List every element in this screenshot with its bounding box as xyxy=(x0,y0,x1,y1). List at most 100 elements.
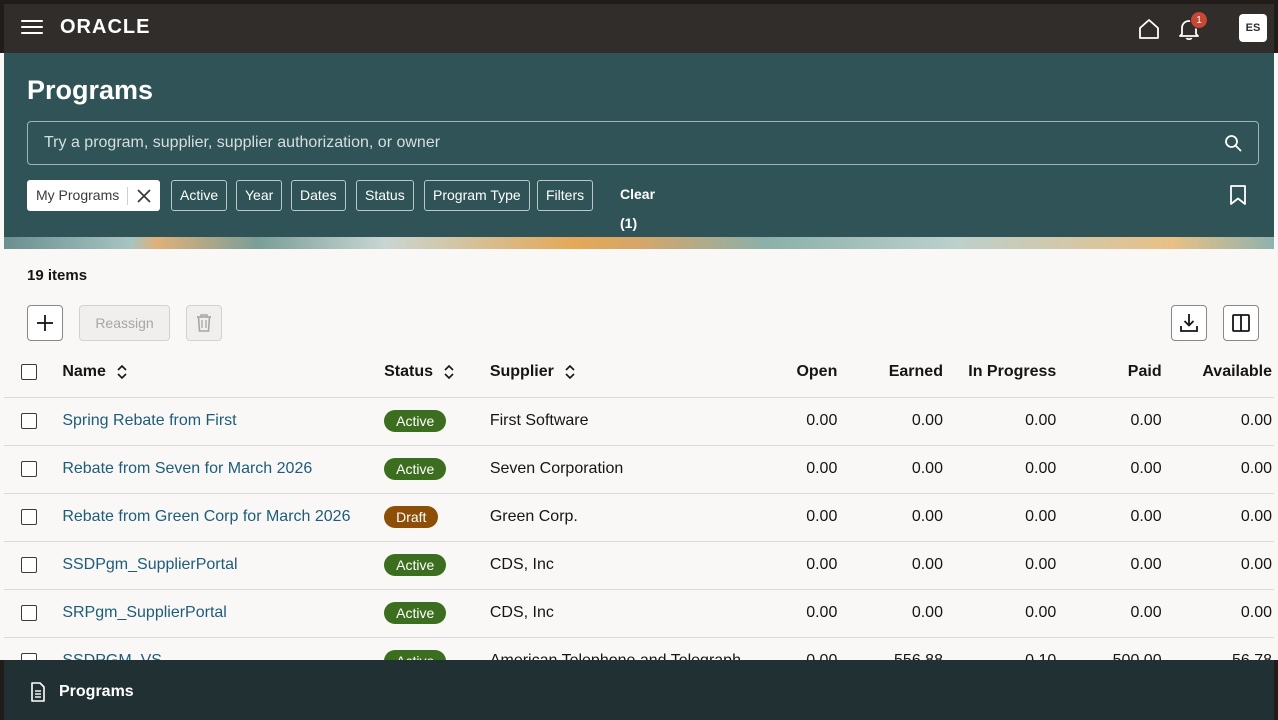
column-header-earned: Earned xyxy=(837,347,943,398)
row-checkbox[interactable] xyxy=(21,652,37,660)
column-header-in-progress: In Progress xyxy=(942,347,1057,398)
column-header-supplier[interactable]: Supplier xyxy=(489,347,741,398)
table-row[interactable]: SRPgm_SupplierPortal Active CDS, Inc 0.00 0.… xyxy=(4,589,1274,638)
available-cell: 56.78 xyxy=(1161,637,1274,660)
columns-icon xyxy=(1232,314,1250,332)
search-icon[interactable] xyxy=(1224,134,1242,152)
row-checkbox[interactable] xyxy=(21,556,37,573)
delete-button[interactable] xyxy=(186,305,222,341)
status-badge: Active xyxy=(384,554,447,576)
filter-chip-dates[interactable]: Dates xyxy=(291,180,346,211)
table-row[interactable]: Rebate from Seven for March 2026 Active Se… xyxy=(4,445,1274,494)
supplier-cell: American Telephone and Telegraph xyxy=(489,637,741,660)
column-header-open: Open xyxy=(740,347,838,398)
filter-chip-year[interactable]: Year xyxy=(236,180,283,211)
row-checkbox[interactable] xyxy=(21,604,37,621)
search-box xyxy=(27,121,1259,165)
row-checkbox[interactable] xyxy=(21,412,37,429)
search-input[interactable] xyxy=(28,122,1208,164)
remove-filter-icon[interactable] xyxy=(136,188,152,204)
supplier-cell: First Software xyxy=(489,397,741,446)
row-checkbox[interactable] xyxy=(21,460,37,477)
earned-cell: 0.00 xyxy=(837,397,943,446)
program-name-link[interactable]: SRPgm_SupplierPortal xyxy=(62,604,227,621)
oracle-logo[interactable]: ORACLE xyxy=(60,16,150,39)
status-badge: Active xyxy=(384,650,447,660)
status-badge: Active xyxy=(384,458,447,480)
document-icon xyxy=(31,682,45,702)
sort-icon[interactable] xyxy=(116,364,128,380)
paid-cell: 0.00 xyxy=(1056,493,1162,542)
trash-icon xyxy=(197,314,211,332)
supplier-cell: Seven Corporation xyxy=(489,445,741,494)
column-label: Supplier xyxy=(489,362,554,380)
open-cell: 0.00 xyxy=(740,541,838,590)
table-row[interactable]: SSDPgm_SupplierPortal Active CDS, Inc 0.00 0… xyxy=(4,541,1274,590)
available-cell: 0.00 xyxy=(1161,397,1274,446)
programs-table: Name Status Supplier Open Earned In Prog… xyxy=(4,347,1274,660)
available-cell: 0.00 xyxy=(1161,541,1274,590)
in-progress-cell: 0.00 xyxy=(942,541,1057,590)
supplier-cell: CDS, Inc xyxy=(489,541,741,590)
home-icon[interactable] xyxy=(1137,17,1161,41)
in-progress-cell: 0.00 xyxy=(942,397,1057,446)
earned-cell: 0.00 xyxy=(837,589,943,638)
filter-chip-label: My Programs xyxy=(36,187,120,203)
earned-cell: 0.00 xyxy=(837,445,943,494)
available-cell: 0.00 xyxy=(1161,589,1274,638)
export-button[interactable] xyxy=(1171,305,1207,341)
hamburger-menu-icon[interactable] xyxy=(21,17,43,37)
status-badge: Active xyxy=(384,602,447,624)
supplier-cell: Green Corp. xyxy=(489,493,741,542)
item-count: 19 items xyxy=(27,267,88,284)
table-row[interactable]: Rebate from Green Corp for March 2026 Dra… xyxy=(4,493,1274,542)
in-progress-cell: 0.00 xyxy=(942,589,1057,638)
column-header-available: Available xyxy=(1161,347,1274,398)
page-header: Programs My Programs Active Year Dates S… xyxy=(4,53,1274,237)
column-header-name[interactable]: Name xyxy=(62,347,385,398)
add-program-button[interactable] xyxy=(27,305,63,341)
column-label: Name xyxy=(62,362,106,380)
program-name-link[interactable]: Rebate from Green Corp for March 2026 xyxy=(62,508,350,525)
column-layout-button[interactable] xyxy=(1223,305,1259,341)
program-name-link[interactable]: Rebate from Seven for March 2026 xyxy=(62,460,312,477)
filter-chip-my-programs[interactable]: My Programs xyxy=(27,180,160,211)
select-all-checkbox[interactable] xyxy=(21,363,37,380)
in-progress-cell: 0.00 xyxy=(942,445,1057,494)
page-title: Programs xyxy=(27,75,154,105)
open-cell: 0.00 xyxy=(740,493,838,542)
filter-chip-active[interactable]: Active xyxy=(171,180,228,211)
program-name-link[interactable]: SSDPgm_SupplierPortal xyxy=(62,556,237,573)
sort-icon[interactable] xyxy=(443,364,455,380)
column-header-paid: Paid xyxy=(1056,347,1162,398)
earned-cell: 556.88 xyxy=(837,637,943,660)
user-avatar[interactable]: ES xyxy=(1239,14,1267,42)
program-name-link[interactable]: SSDPGM_VS xyxy=(62,652,162,660)
open-cell: 0.00 xyxy=(740,637,838,660)
paid-cell: 0.00 xyxy=(1056,397,1162,446)
reassign-button[interactable]: Reassign xyxy=(79,305,170,341)
row-checkbox[interactable] xyxy=(21,508,37,525)
clear-filters-link[interactable]: Clear (1) xyxy=(620,180,655,231)
program-name-link[interactable]: Spring Rebate from First xyxy=(62,412,236,429)
paid-cell: 500.00 xyxy=(1056,637,1162,660)
decorative-banner xyxy=(4,237,1274,249)
chip-divider xyxy=(127,187,128,205)
bottom-bar-programs-label[interactable]: Programs xyxy=(59,683,134,701)
filter-chip-status[interactable]: Status xyxy=(356,180,414,211)
plus-icon xyxy=(37,315,53,331)
available-cell: 0.00 xyxy=(1161,445,1274,494)
table-row[interactable]: Spring Rebate from First Active First Soft… xyxy=(4,397,1274,446)
filter-chip-program-type[interactable]: Program Type xyxy=(424,180,530,211)
filter-chip-filters[interactable]: Filters xyxy=(537,180,594,211)
table-row[interactable]: SSDPGM_VS Active American Telephone and Te… xyxy=(4,637,1274,660)
column-label: Status xyxy=(384,362,434,380)
status-badge: Active xyxy=(384,410,447,432)
bookmark-icon[interactable] xyxy=(1229,185,1247,205)
column-header-status[interactable]: Status xyxy=(384,347,490,398)
sort-icon[interactable] xyxy=(564,364,576,380)
notifications-button[interactable]: 1 xyxy=(1176,11,1208,42)
paid-cell: 0.00 xyxy=(1056,445,1162,494)
main-content: 19 items Reassign Name Status Supplier O… xyxy=(4,249,1274,660)
paid-cell: 0.00 xyxy=(1056,589,1162,638)
